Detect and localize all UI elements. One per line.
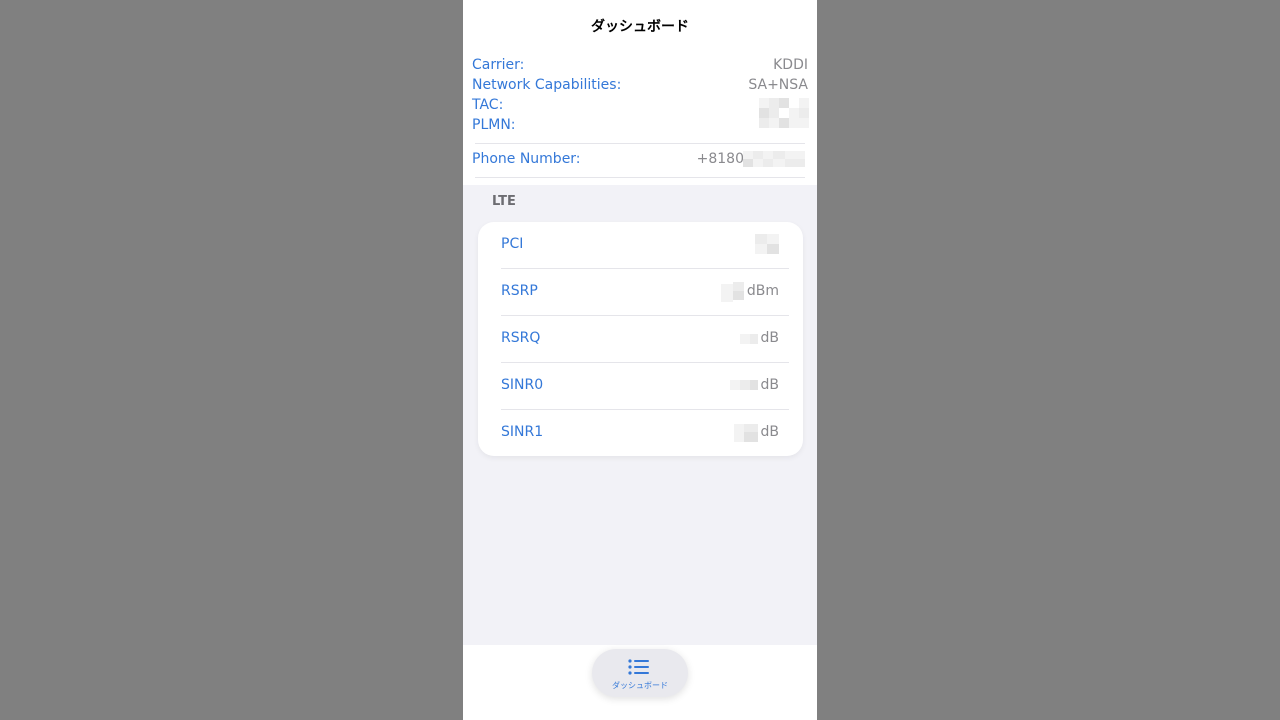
network-capabilities-row: Network Capabilities: SA+NSA [472, 75, 808, 95]
pci-label: PCI [501, 236, 524, 252]
page-title: ダッシュボード [591, 19, 689, 35]
network-capabilities-value: SA+NSA [748, 77, 808, 93]
lte-row-rsrp: RSRP dBm [478, 269, 803, 316]
network-capabilities-label: Network Capabilities: [472, 77, 622, 93]
carrier-row: Carrier: KDDI [472, 55, 808, 75]
lte-card: PCI RSRP dBm RSRQ dB SINR0 dB SINR1 dB [478, 222, 803, 456]
phone-number-value: +8180 [696, 151, 744, 167]
rsrq-unit: dB [760, 330, 780, 346]
phone-screen: ダッシュボード Carrier: KDDI Network Capabiliti… [463, 0, 817, 720]
carrier-value: KDDI [773, 57, 808, 73]
divider [475, 177, 805, 178]
tac-row: TAC: [472, 95, 808, 115]
lte-row-sinr1: SINR1 dB [478, 410, 803, 457]
lte-row-pci: PCI [478, 222, 803, 269]
rsrq-label: RSRQ [501, 330, 541, 346]
divider [475, 143, 805, 144]
tab-bar: ダッシュボード [463, 645, 817, 720]
sinr1-unit: dB [760, 424, 780, 440]
top-info-section: ダッシュボード Carrier: KDDI Network Capabiliti… [463, 0, 817, 185]
lte-section-header: LTE [492, 194, 516, 209]
tab-dashboard[interactable]: ダッシュボード [592, 649, 688, 697]
lte-row-sinr0: SINR0 dB [478, 363, 803, 410]
sinr1-label: SINR1 [501, 424, 544, 440]
sinr0-unit: dB [760, 377, 780, 393]
phone-number-label: Phone Number: [472, 151, 581, 167]
tab-dashboard-label: ダッシュボード [612, 681, 668, 690]
lte-row-rsrq: RSRQ dB [478, 316, 803, 363]
carrier-label: Carrier: [472, 57, 525, 73]
rsrp-label: RSRP [501, 283, 538, 299]
rsrp-unit: dBm [746, 283, 779, 299]
plmn-row: PLMN: [472, 115, 808, 135]
tac-label: TAC: [472, 97, 504, 113]
sinr0-label: SINR0 [501, 377, 544, 393]
plmn-label: PLMN: [472, 117, 516, 133]
list-icon [628, 659, 649, 675]
